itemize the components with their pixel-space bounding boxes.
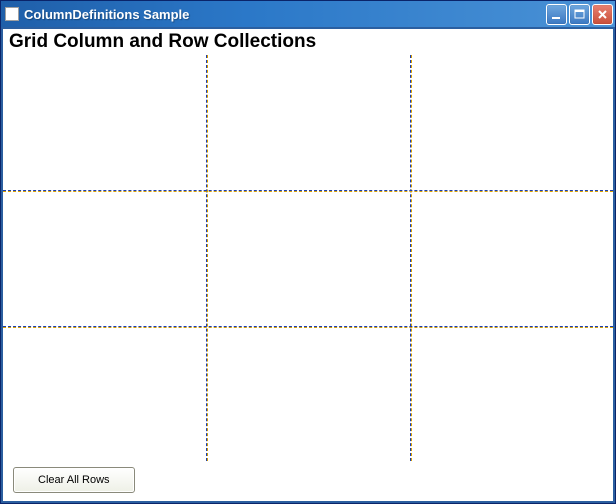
- minimize-button[interactable]: [546, 4, 567, 25]
- grid-panel: [3, 55, 613, 461]
- grid-line-horizontal: [3, 326, 613, 328]
- app-window: ColumnDefinitions Sample Grid Column and: [0, 0, 616, 504]
- titlebar[interactable]: ColumnDefinitions Sample: [1, 1, 615, 27]
- page-title: Grid Column and Row Collections: [3, 29, 613, 55]
- maximize-icon: [574, 9, 585, 20]
- window-controls: [546, 4, 613, 25]
- client-area: Grid Column and Row Collections Clear Al…: [1, 27, 615, 503]
- grid-line-horizontal: [3, 190, 613, 192]
- grid-line-vertical: [410, 55, 412, 461]
- app-icon: [5, 7, 19, 21]
- grid-line-vertical: [206, 55, 208, 461]
- dashed-grid: [3, 55, 613, 461]
- maximize-button[interactable]: [569, 4, 590, 25]
- button-row: Clear All Rows: [3, 461, 613, 501]
- minimize-icon: [551, 9, 562, 20]
- window-title: ColumnDefinitions Sample: [24, 7, 546, 22]
- clear-all-rows-button[interactable]: Clear All Rows: [13, 467, 135, 493]
- close-button[interactable]: [592, 4, 613, 25]
- close-icon: [597, 9, 608, 20]
